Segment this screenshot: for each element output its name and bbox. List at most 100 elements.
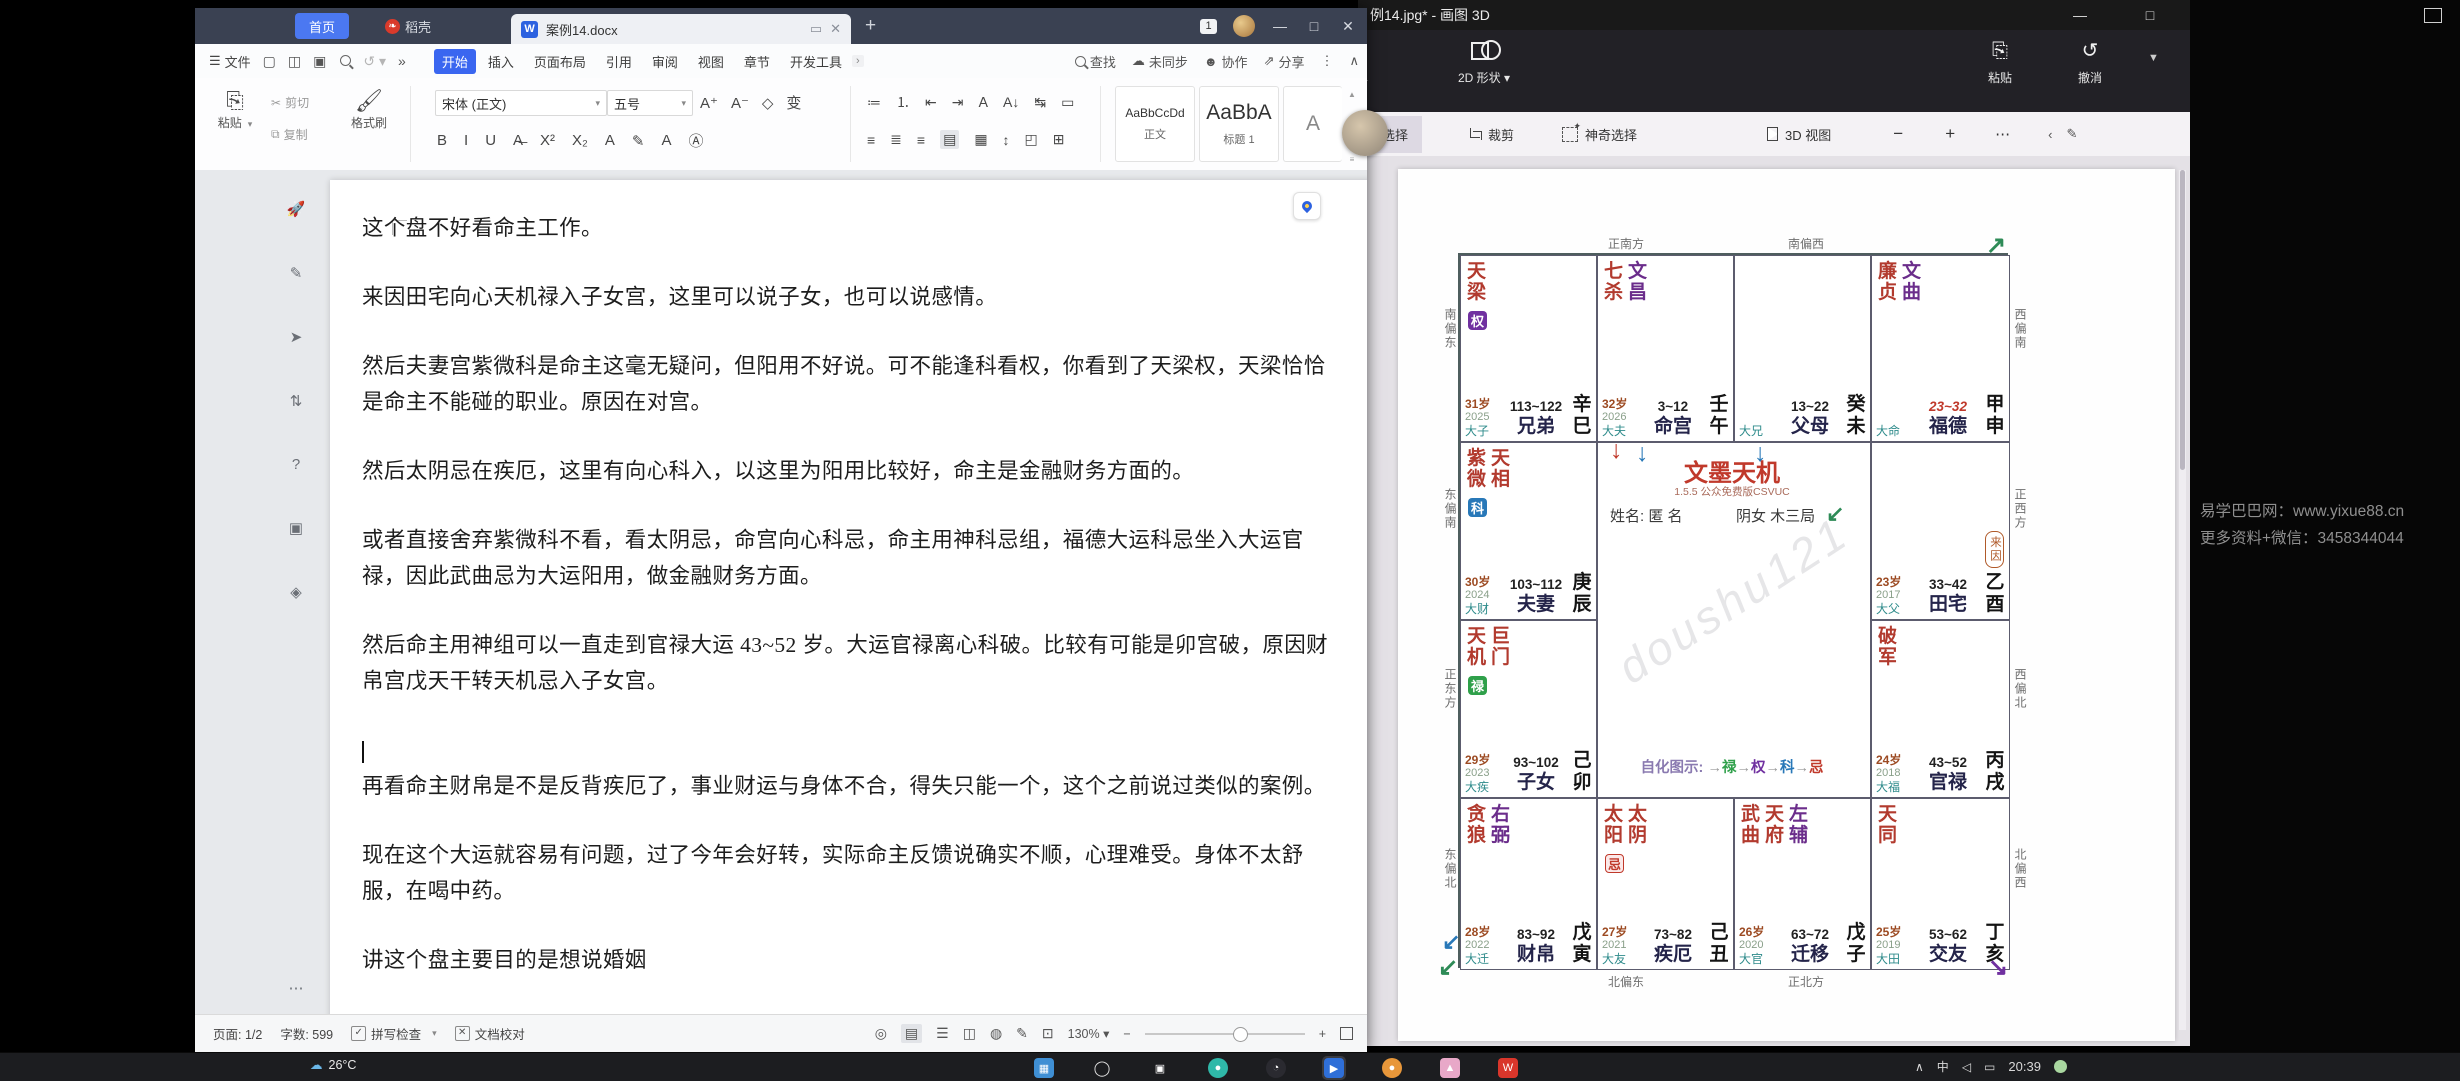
outdent-icon[interactable]: ⇤	[925, 94, 937, 111]
page-view-icon[interactable]: ▤	[901, 1024, 922, 1043]
font-name-select[interactable]: 宋体 (正文)▾	[435, 90, 607, 116]
wps-icon[interactable]: W	[1496, 1056, 1520, 1080]
spellcheck-toggle[interactable]: ✓ 拼写检查▾	[351, 1024, 437, 1043]
char-border-icon[interactable]: Ⓐ	[688, 130, 703, 151]
document-paragraph[interactable]: 然后太阴忌在疾厄，这里有向心科入，以这里为阳用比较好，命主是金融财务方面的。	[362, 453, 1337, 489]
restore-window-icon[interactable]	[2424, 8, 2442, 23]
explorer-icon[interactable]: ▣	[1148, 1056, 1172, 1080]
notification-icon[interactable]	[2054, 1060, 2067, 1073]
book-view-icon[interactable]: ◫	[963, 1025, 976, 1042]
line-spacing-icon[interactable]: ↕	[1003, 132, 1010, 148]
ribbon-tab-插入[interactable]: 插入	[480, 49, 522, 74]
magic-select-tool[interactable]: 神奇选择	[1562, 125, 1637, 144]
cut-button[interactable]: ✂剪切	[271, 94, 309, 111]
highlight-icon[interactable]: ✎	[632, 132, 645, 150]
tab-close-icon[interactable]: ✕	[830, 21, 841, 37]
style-heading1[interactable]: AaBbA 标题 1	[1199, 86, 1279, 162]
text-caret-line[interactable]	[362, 732, 1337, 768]
bullet-list-icon[interactable]: ≔	[867, 94, 881, 111]
subscript-icon[interactable]: X₂	[572, 132, 588, 149]
weather-widget[interactable]: ☁ 26°C	[310, 1057, 356, 1072]
window-count-badge[interactable]: 1	[1200, 19, 1217, 34]
quark-browser-icon[interactable]: ●	[1206, 1056, 1230, 1080]
ribbon-tab-审阅[interactable]: 审阅	[644, 49, 686, 74]
font-color-icon[interactable]: A	[661, 132, 671, 149]
ime-indicator[interactable]: 中	[1937, 1058, 1949, 1075]
ribbon-tab-开发工具[interactable]: 开发工具	[782, 49, 850, 74]
align-left-icon[interactable]: ≡	[867, 132, 875, 148]
zoom-in-icon[interactable]: +	[1945, 124, 1955, 144]
ribbon-tab-引用[interactable]: 引用	[598, 49, 640, 74]
shading-icon[interactable]: ◰	[1025, 131, 1038, 148]
scroll-left-icon[interactable]: ‹	[2048, 127, 2052, 142]
clear-format-icon[interactable]: ◇	[762, 94, 774, 112]
rocket-icon[interactable]: 🚀	[287, 200, 306, 218]
print-icon[interactable]: ▣	[313, 53, 326, 70]
file-menu[interactable]: ☰ 文件	[209, 52, 251, 71]
ribbon-dropdown-icon[interactable]: ▼	[2148, 52, 2159, 64]
zoom-out-button[interactable]: −	[1123, 1027, 1130, 1041]
wrap-icon[interactable]: ↹	[1034, 94, 1046, 111]
sidebar-more-icon[interactable]: ⋯	[283, 979, 309, 997]
export-icon[interactable]: ◫	[288, 53, 301, 70]
help-icon[interactable]: ?	[292, 456, 300, 473]
wps-maximize-button[interactable]: □	[1305, 18, 1323, 34]
save-icon[interactable]: ▢	[263, 53, 276, 70]
search-icon[interactable]: ◯	[1090, 1056, 1114, 1080]
copy-button[interactable]: ⧉复制	[271, 126, 308, 143]
fit-page-icon[interactable]: ⊡	[1042, 1025, 1054, 1042]
ribbon-tab-章节[interactable]: 章节	[736, 49, 778, 74]
movies-app-icon[interactable]: ▦	[1032, 1056, 1056, 1080]
pen-icon[interactable]: ✎	[290, 264, 303, 282]
active-doc-app-icon[interactable]: ▶	[1322, 1056, 1346, 1080]
zoom-in-button[interactable]: +	[1319, 1027, 1326, 1041]
compass-icon[interactable]: ◈	[290, 583, 302, 601]
view-3d-button[interactable]: 3D 视图	[1767, 125, 1831, 144]
tab-home[interactable]: 首页	[295, 13, 349, 39]
underline-icon[interactable]: U	[485, 132, 496, 149]
ribbon-tab-视图[interactable]: 视图	[690, 49, 732, 74]
font-size-select[interactable]: 五号▾	[607, 90, 693, 116]
edit-mode-icon[interactable]: ✎	[1016, 1025, 1028, 1042]
zoom-level[interactable]: 130% ▾	[1068, 1026, 1110, 1041]
border-icon[interactable]: ⊞	[1053, 131, 1065, 148]
canvas-vscrollbar[interactable]	[2179, 170, 2186, 1030]
paint3d-maximize-button[interactable]: □	[2128, 0, 2172, 30]
ribbon-overflow-button[interactable]: ›	[852, 55, 864, 67]
bold-icon[interactable]: B	[437, 132, 447, 149]
tray-expand-icon[interactable]: ∧	[1915, 1060, 1924, 1074]
align-center-icon[interactable]: ≣	[890, 131, 902, 148]
image-icon[interactable]: ▣	[289, 519, 303, 537]
share-button[interactable]: ⇗分享	[1264, 52, 1305, 71]
document-paragraph[interactable]: 再看命主财帛是不是反背疾厄了，事业财运与身体不合，得失只能一个，这个之前说过类似…	[362, 768, 1337, 804]
crop-tool[interactable]: 裁剪	[1468, 125, 1514, 144]
numbered-list-icon[interactable]: ⒈	[896, 92, 910, 112]
more-quick-icon[interactable]: »	[398, 53, 406, 69]
pink-app-icon[interactable]: ▲	[1438, 1056, 1462, 1080]
document-paragraph[interactable]: 这个盘不好看命主工作。	[362, 210, 1337, 246]
document-paragraph[interactable]: 现在这个大运就容易有问题，过了今年会好转，实际命主反馈说确实不顺，心理难受。身体…	[362, 837, 1337, 909]
align-right-icon[interactable]: ≡	[917, 132, 925, 148]
tune-icon[interactable]: ⇅	[290, 392, 303, 410]
paste-button[interactable]: ⎘ 粘贴▾	[213, 88, 257, 131]
document-paragraph[interactable]: 然后命主用神组可以一直走到官禄大运 43~52 岁。大运官禄离心科破。比较有可能…	[362, 627, 1337, 699]
word-count[interactable]: 字数: 599	[280, 1024, 333, 1043]
game-icon[interactable]: ●	[1380, 1056, 1404, 1080]
undo-button-p3d[interactable]: ↺ 撤消	[2078, 40, 2102, 86]
volume-icon[interactable]: ◁	[1962, 1060, 1971, 1074]
zoom-slider[interactable]	[1145, 1033, 1305, 1035]
find-button[interactable]: 查找	[1075, 52, 1116, 71]
wps-minimize-button[interactable]: —	[1271, 18, 1289, 34]
text-effect-icon[interactable]: A	[605, 132, 615, 149]
user-avatar[interactable]	[1233, 15, 1255, 37]
distribute-icon[interactable]: ▦	[974, 131, 987, 148]
justify-icon[interactable]: ▤	[940, 130, 959, 149]
document-paragraph[interactable]: 讲这个盘主要目的是想说婚姻	[362, 942, 1337, 978]
styles-more-icon[interactable]: ≡	[1350, 155, 1355, 164]
tab-docer[interactable]: ❧ 稻壳	[375, 13, 441, 39]
text-direction-icon[interactable]: 𝖠	[978, 94, 988, 111]
eye-protect-icon[interactable]: ◎	[875, 1025, 887, 1042]
ribbon-tab-页面布局[interactable]: 页面布局	[526, 49, 594, 74]
undo-icon[interactable]: ↺ ▾	[363, 53, 386, 70]
style-partial[interactable]: A	[1283, 86, 1342, 162]
